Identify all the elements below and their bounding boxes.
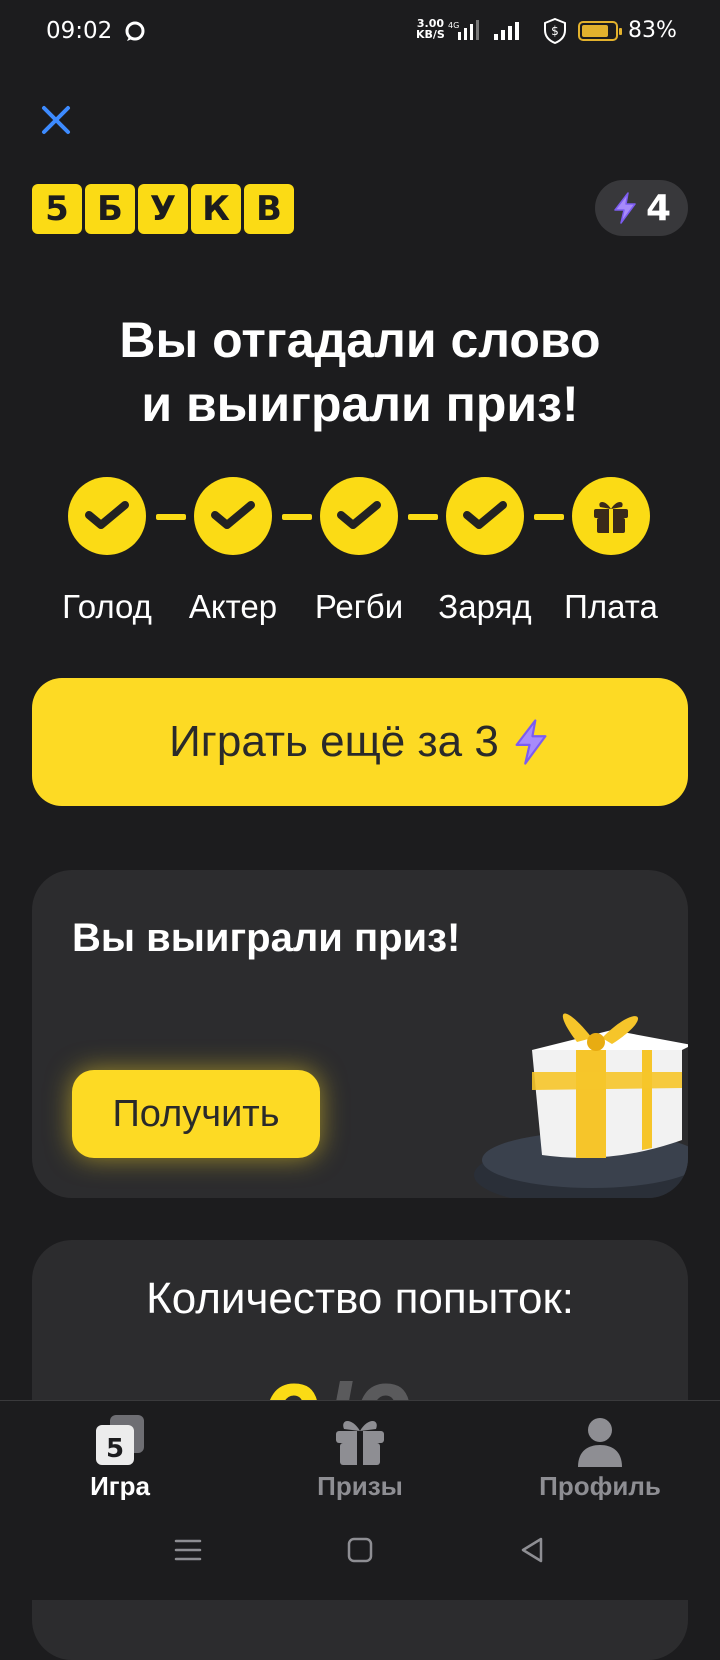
logo-tile: К bbox=[191, 184, 241, 234]
check-icon bbox=[211, 501, 255, 529]
play-again-label: Играть ещё за 3 bbox=[169, 717, 499, 766]
status-time: 09:02 bbox=[46, 18, 113, 44]
battery-percent: 83% bbox=[628, 18, 677, 43]
svg-text:5: 5 bbox=[106, 1434, 124, 1464]
step-label: Актер bbox=[188, 588, 278, 625]
chat-notification-icon bbox=[125, 21, 145, 41]
energy-count: 4 bbox=[645, 187, 672, 229]
signal-strength-icon bbox=[494, 22, 519, 40]
logo-tile: В bbox=[244, 184, 294, 234]
gift-box-illustration bbox=[474, 1013, 688, 1198]
gift-icon bbox=[336, 1421, 384, 1465]
step-circle bbox=[68, 477, 146, 555]
security-shield-icon: $ bbox=[544, 18, 566, 44]
claim-prize-button[interactable]: Получить bbox=[72, 1070, 320, 1158]
step-label: Голод bbox=[62, 588, 152, 625]
system-navigation-bar bbox=[0, 1500, 720, 1600]
step-circle bbox=[572, 477, 650, 555]
logo-tile: 5 bbox=[32, 184, 82, 234]
step-label: Плата bbox=[564, 588, 658, 625]
gift-icon bbox=[594, 502, 628, 533]
step-circle bbox=[320, 477, 398, 555]
lightning-icon bbox=[515, 719, 547, 765]
network-speed-unit: KB/S bbox=[416, 28, 445, 41]
tab-label: Профиль bbox=[539, 1471, 661, 1501]
tab-game[interactable]: 5 Игра bbox=[0, 1401, 240, 1501]
check-icon bbox=[85, 501, 129, 529]
battery-fill bbox=[582, 25, 608, 37]
back-icon[interactable] bbox=[512, 1530, 552, 1570]
tab-label: Призы bbox=[317, 1471, 403, 1501]
lightning-icon bbox=[614, 192, 636, 224]
menu-icon[interactable] bbox=[168, 1530, 208, 1570]
bottom-tab-bar: 5 Игра Призы Профиль bbox=[0, 1400, 720, 1501]
prize-card: Вы выиграли приз! Получить bbox=[32, 870, 688, 1198]
step-circle bbox=[194, 477, 272, 555]
check-icon bbox=[337, 501, 381, 529]
step-connector bbox=[156, 514, 186, 520]
prize-card-title: Вы выиграли приз! bbox=[72, 916, 461, 960]
tab-profile[interactable]: Профиль bbox=[480, 1401, 720, 1501]
step-label: Регби bbox=[314, 588, 404, 625]
network-speed: 3.00 KB/S bbox=[416, 18, 445, 40]
mobile-data-signal-icon: 4G bbox=[448, 20, 479, 40]
tries-title: Количество попыток: bbox=[146, 1274, 574, 1323]
energy-counter[interactable]: 4 bbox=[595, 180, 688, 236]
step-circle bbox=[446, 477, 524, 555]
game-icon: 5 bbox=[96, 1415, 144, 1465]
play-again-button[interactable]: Играть ещё за 3 bbox=[32, 678, 688, 806]
headline-line-1: Вы отгадали слово bbox=[119, 312, 601, 368]
svg-text:$: $ bbox=[551, 24, 559, 38]
step-connector bbox=[282, 514, 312, 520]
profile-icon bbox=[578, 1418, 622, 1467]
logo-tile: Б bbox=[85, 184, 135, 234]
step-connector bbox=[534, 514, 564, 520]
home-icon[interactable] bbox=[340, 1530, 380, 1570]
battery-icon bbox=[578, 21, 622, 41]
tab-prizes[interactable]: Призы bbox=[240, 1401, 480, 1501]
headline-line-2: и выиграли приз! bbox=[141, 376, 579, 432]
net-type-label: 4G bbox=[448, 21, 459, 30]
check-icon bbox=[463, 501, 507, 529]
close-icon[interactable] bbox=[36, 100, 76, 140]
app-logo: 5 Б У К В bbox=[32, 184, 294, 234]
tab-label: Игра bbox=[90, 1471, 150, 1501]
step-connector bbox=[408, 514, 438, 520]
step-label: Заряд bbox=[438, 588, 532, 625]
status-bar: 09:02 3.00 KB/S 4G $ 83% bbox=[0, 0, 720, 64]
logo-tile: У bbox=[138, 184, 188, 234]
result-headline: Вы отгадали слово и выиграли приз! bbox=[0, 308, 720, 436]
